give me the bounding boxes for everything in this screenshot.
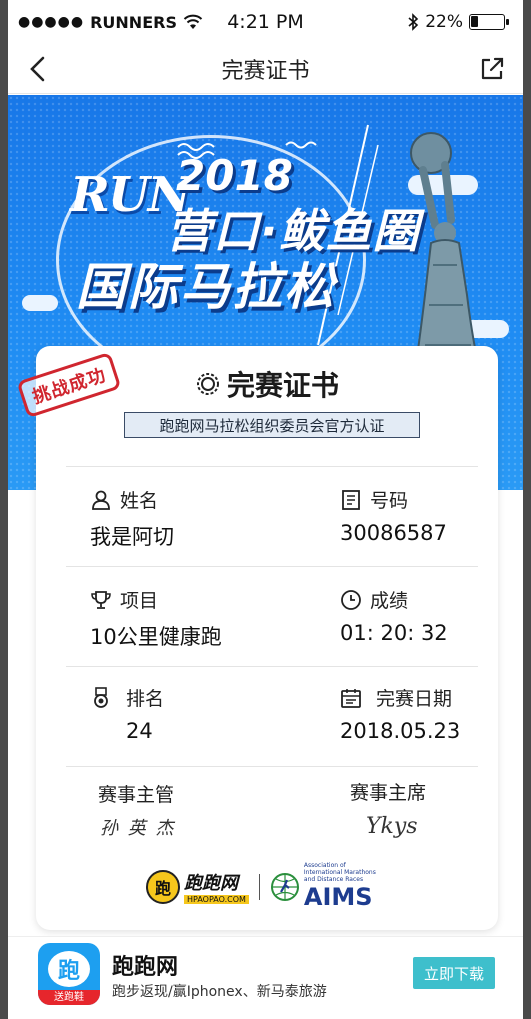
globe-runner-icon (270, 872, 299, 901)
certification-ribbon: 跑跑网马拉松组织委员会官方认证 (107, 412, 437, 443)
chairman-signature: Ykys (366, 814, 418, 839)
calendar-icon (341, 688, 361, 708)
bib-number-icon (342, 489, 360, 510)
clock-icon (341, 589, 361, 610)
result-field: 成绩 01: 20: 32 (340, 586, 448, 645)
supervisor-signature: 孙 英 杰 (100, 818, 176, 839)
divider (66, 466, 478, 467)
date-field: 完赛日期 2018.05.23 (340, 684, 460, 743)
date-value: 2018.05.23 (340, 719, 461, 743)
cloud-decoration (22, 295, 58, 311)
paopao-logo-url: HPAOPAO.COM (184, 895, 249, 904)
carrier-name: RUNNERS (90, 12, 177, 32)
divider (66, 666, 478, 667)
rank-value: 24 (126, 719, 153, 743)
hero-event: 国际马拉松 (76, 258, 336, 316)
number-field: 号码 30086587 (340, 486, 447, 545)
download-button[interactable]: 立即下载 (413, 957, 495, 989)
battery-icon (469, 14, 509, 30)
app-download-banner[interactable]: 跑 送跑鞋 跑跑网 跑步返现/赢Iphonex、新马泰旅游 立即下载 (8, 936, 523, 1019)
divider (66, 566, 478, 567)
result-value: 01: 20: 32 (340, 621, 448, 645)
aims-logo: Association of International Marathons a… (270, 862, 384, 911)
paopao-logo: 跑 跑跑网 HPAOPAO.COM (146, 869, 249, 904)
certificate-header: 完赛证书 (36, 364, 498, 404)
event-value: 10公里健康跑 (90, 625, 222, 649)
status-time: 4:21 PM (227, 11, 304, 33)
divider (66, 766, 478, 767)
hero-year: 2018 (176, 151, 293, 200)
certificate-card: 挑战成功 完赛证书 跑跑网马拉松组织委员会官方认证 姓名 我是阿切 号码 300… (16, 346, 498, 930)
statue-illustration (410, 132, 485, 385)
bluetooth-icon (408, 13, 419, 31)
rank-label: 排名 (126, 688, 165, 710)
number-value: 30086587 (340, 521, 447, 545)
wifi-icon (183, 14, 203, 29)
name-value: 我是阿切 (90, 525, 174, 549)
name-field: 姓名 我是阿切 (90, 486, 174, 551)
battery-percent: 22% (425, 12, 463, 32)
app-icon[interactable]: 跑 送跑鞋 (38, 943, 100, 1005)
chairman-label: 赛事主席 (350, 782, 427, 804)
app-icon-glyph: 跑 (48, 951, 90, 987)
supervisor-label: 赛事主管 (98, 784, 175, 806)
event-label: 项目 (120, 590, 159, 612)
signal-dots: ●●●●● (18, 14, 85, 30)
page-title: 完赛证书 (221, 58, 310, 84)
name-label: 姓名 (120, 490, 159, 512)
aims-text: AIMS (303, 883, 373, 911)
app-name: 跑跑网 (112, 955, 179, 980)
result-label: 成绩 (370, 590, 409, 612)
sponsor-logos: 跑 跑跑网 HPAOPAO.COM Association of Interna… (146, 862, 384, 911)
medal-icon (94, 686, 108, 708)
rank-field: 排名 24 (90, 684, 164, 743)
app-icon-tag: 送跑鞋 (38, 990, 100, 1005)
medal-gear-icon (196, 373, 219, 395)
status-bar: ●●●●● RUNNERS 4:21 PM 22% (8, 0, 523, 44)
paopao-badge: 跑 (146, 869, 180, 904)
event-field: 项目 10公里健康跑 (90, 586, 222, 651)
date-label: 完赛日期 (376, 688, 453, 710)
chevron-left-icon[interactable] (24, 54, 54, 84)
trophy-icon (91, 590, 111, 609)
battery-level (471, 16, 478, 27)
phone-screen: ●●●●● RUNNERS 4:21 PM 22% 完赛证书 RUN 2018 … (8, 0, 523, 1019)
logo-separator (258, 873, 260, 900)
paopao-logo-text: 跑跑网 (184, 873, 238, 894)
user-icon (92, 490, 110, 510)
nav-bar: 完赛证书 (8, 44, 523, 94)
app-description: 跑步返现/赢Iphonex、新马泰旅游 (112, 984, 327, 1000)
number-label: 号码 (370, 490, 409, 512)
aims-full-name: Association of International Marathons a… (303, 862, 376, 883)
certificate-title: 完赛证书 (226, 369, 339, 402)
share-icon[interactable] (477, 54, 507, 84)
